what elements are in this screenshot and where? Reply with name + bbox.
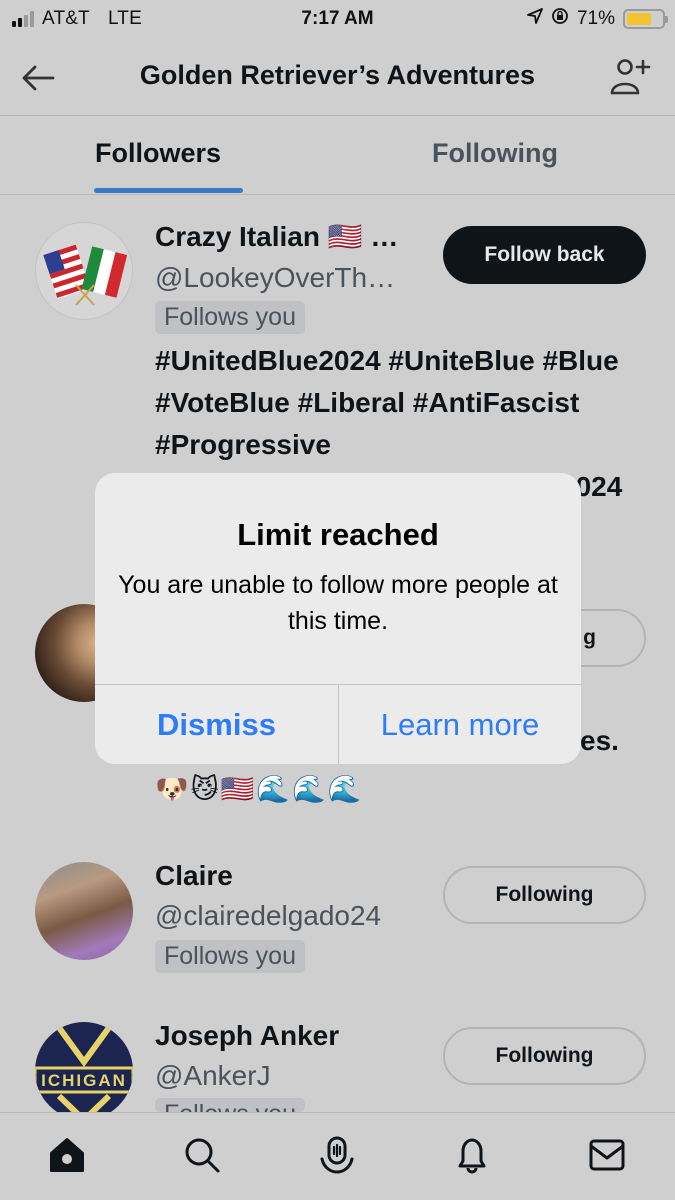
page-title: Golden Retriever’s Adventures: [139, 60, 536, 90]
active-tab-indicator: [94, 188, 243, 193]
bottom-nav: [0, 1112, 675, 1200]
nav-home[interactable]: [45, 1133, 89, 1177]
svg-text:ICHIGAN: ICHIGAN: [41, 1071, 127, 1090]
follows-you-badge: Follows you: [155, 1098, 305, 1112]
dismiss-button[interactable]: Dismiss: [95, 685, 338, 764]
tabs-divider: [0, 194, 675, 195]
user-bio-emojis: 🐶😼🇺🇸🌊🌊🌊: [155, 774, 364, 804]
following-button[interactable]: Following: [443, 1027, 646, 1085]
follows-you-badge: Follows you: [155, 301, 305, 334]
bell-icon: [458, 1138, 486, 1174]
tab-bar: Followers Following: [0, 116, 675, 194]
user-name: Joseph Anker: [155, 1020, 340, 1051]
alert-message: You are unable to follow more people at …: [118, 571, 558, 635]
us-italy-flags-avatar: [43, 244, 128, 306]
michigan-logo-avatar: ICHIGAN: [35, 1022, 133, 1120]
limit-reached-alert: Limit reached You are unable to follow m…: [95, 473, 581, 764]
nav-search[interactable]: [180, 1133, 224, 1177]
following-button-label-partial: g: [583, 626, 596, 649]
mail-icon: [589, 1139, 625, 1171]
search-icon: [185, 1138, 220, 1173]
battery-fill: [627, 13, 652, 25]
tab-following[interactable]: Following: [432, 138, 558, 169]
follow-back-button[interactable]: Follow back: [443, 226, 646, 284]
add-user-button[interactable]: [607, 54, 653, 100]
user-name: Crazy Italian 🇺🇸 …: [155, 221, 399, 252]
status-right: 71%: [527, 7, 668, 31]
alert-title: Limit reached: [237, 517, 439, 552]
tab-followers[interactable]: Followers: [95, 138, 221, 169]
user-bio: #UnitedBlue2024 #UniteBlue #Blue #VoteBl…: [155, 345, 619, 460]
user-bio-tail: es.: [580, 725, 619, 756]
battery-icon: [623, 9, 668, 29]
user-name: Claire: [155, 860, 233, 891]
avatar[interactable]: [35, 862, 133, 960]
nav-spaces[interactable]: [315, 1133, 359, 1177]
header: Golden Retriever’s Adventures: [0, 40, 675, 115]
follows-you-badge: Follows you: [155, 940, 305, 973]
status-bar: AT&T LTE 7:17 AM 71%: [0, 0, 675, 40]
nav-messages[interactable]: [585, 1133, 629, 1177]
battery-percent: 71%: [576, 8, 615, 29]
person-plus-icon: [610, 59, 651, 95]
following-button[interactable]: Following: [443, 866, 646, 924]
spaces-microphone-icon: [320, 1136, 354, 1174]
user-handle: @LookeyOverTh…: [155, 262, 396, 293]
avatar[interactable]: [35, 222, 133, 320]
user-handle: @clairedelgado24: [155, 900, 382, 931]
avatar[interactable]: ICHIGAN: [35, 1022, 133, 1120]
location-arrow-icon: [527, 8, 543, 30]
learn-more-button[interactable]: Learn more: [339, 685, 581, 764]
rotation-lock-icon: [551, 7, 569, 31]
home-icon: [50, 1138, 84, 1172]
user-handle: @AnkerJ: [155, 1060, 271, 1091]
nav-notifications[interactable]: [450, 1133, 494, 1177]
